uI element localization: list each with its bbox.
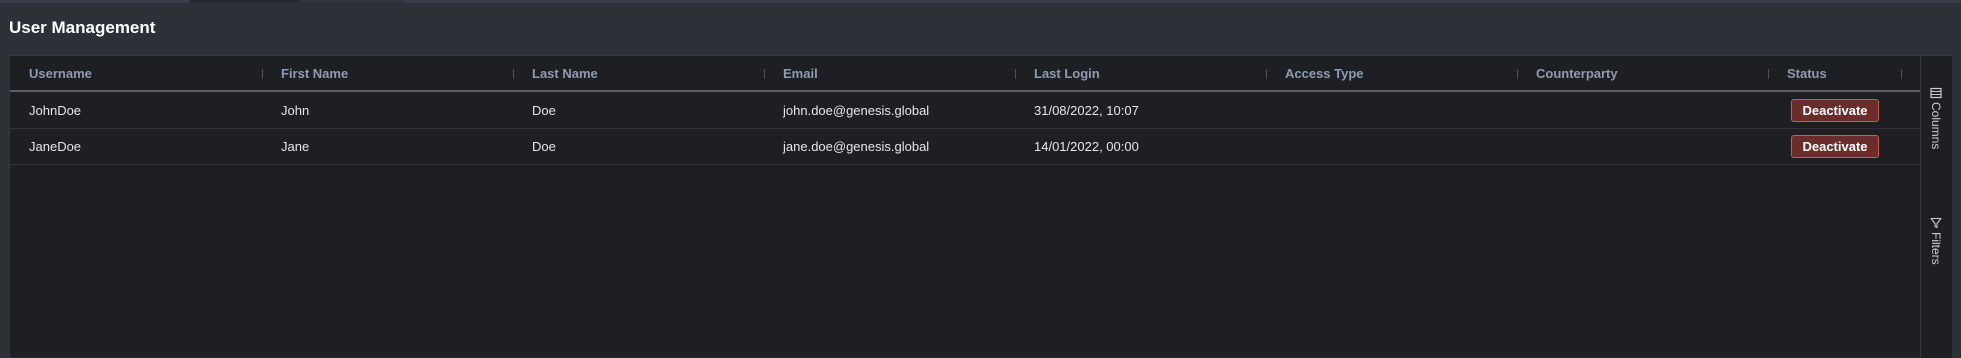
cell-email: jane.doe@genesis.global (783, 139, 930, 154)
cell-last-login: 31/08/2022, 10:07 (1034, 103, 1139, 118)
column-resize-handle[interactable] (1517, 69, 1518, 79)
column-resize-handle[interactable] (764, 69, 765, 79)
page-title: User Management (9, 18, 156, 37)
user-grid: Username First Name Last Name Email Last… (10, 56, 1920, 358)
grid-side-bar: Columns Filters (1920, 56, 1952, 358)
table-row[interactable]: JaneDoe Jane Doe jane.doe@genesis.global… (10, 129, 1920, 165)
table-row[interactable]: JohnDoe John Doe john.doe@genesis.global… (10, 93, 1920, 129)
cell-first-name: Jane (281, 139, 310, 154)
column-header-status[interactable]: Status (1787, 56, 1827, 90)
filter-icon (1930, 216, 1942, 229)
column-header-email[interactable]: Email (783, 56, 818, 90)
page-header: User Management (0, 3, 1961, 55)
column-header-last-name[interactable]: Last Name (532, 56, 598, 90)
column-resize-handle[interactable] (1266, 69, 1267, 79)
filters-panel-toggle[interactable]: Filters (1921, 216, 1952, 296)
column-resize-handle[interactable] (1901, 69, 1902, 79)
cell-username: JohnDoe (29, 103, 82, 118)
column-header-counterparty[interactable]: Counterparty (1536, 56, 1618, 90)
cell-last-login: 14/01/2022, 00:00 (1034, 139, 1139, 154)
column-resize-handle[interactable] (1015, 69, 1016, 79)
deactivate-button[interactable]: Deactivate (1791, 135, 1879, 158)
column-header-username[interactable]: Username (29, 56, 92, 90)
cell-username: JaneDoe (29, 139, 82, 154)
column-resize-handle[interactable] (1768, 69, 1769, 79)
user-grid-panel: Username First Name Last Name Email Last… (9, 55, 1952, 358)
deactivate-button[interactable]: Deactivate (1791, 99, 1879, 122)
columns-icon (1930, 86, 1942, 99)
cell-last-name: Doe (532, 139, 556, 154)
column-header-last-login[interactable]: Last Login (1034, 56, 1100, 90)
cell-email: john.doe@genesis.global (783, 103, 930, 118)
column-resize-handle[interactable] (262, 69, 263, 79)
column-header-access-type[interactable]: Access Type (1285, 56, 1364, 90)
grid-header-row: Username First Name Last Name Email Last… (10, 56, 1920, 92)
column-resize-handle[interactable] (513, 69, 514, 79)
cell-first-name: John (281, 103, 310, 118)
cell-last-name: Doe (532, 103, 556, 118)
column-header-first-name[interactable]: First Name (281, 56, 348, 90)
filters-label: Filters (1929, 232, 1943, 265)
columns-panel-toggle[interactable]: Columns (1921, 86, 1952, 176)
columns-label: Columns (1929, 102, 1943, 150)
